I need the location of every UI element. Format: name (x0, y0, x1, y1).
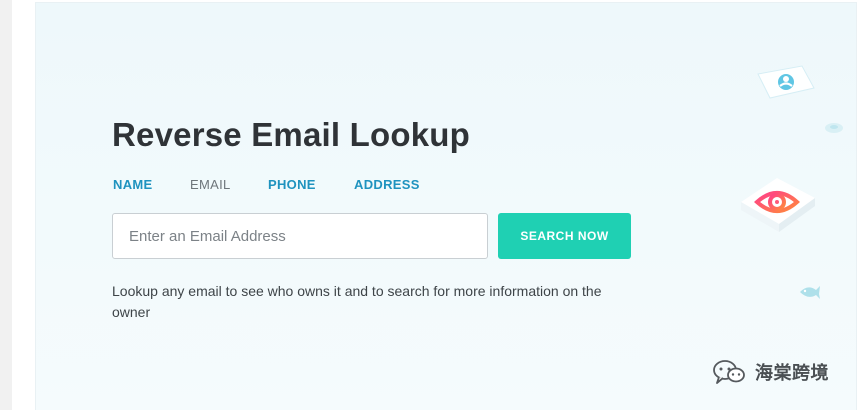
page-frame: Reverse Email Lookup NAME EMAIL PHONE AD… (0, 0, 864, 410)
tab-email[interactable]: EMAIL (190, 177, 231, 192)
email-input[interactable] (112, 213, 488, 259)
wechat-icon (713, 360, 745, 384)
left-gutter (0, 0, 12, 410)
lookup-description: Lookup any email to see who owns it and … (112, 283, 602, 320)
tab-phone[interactable]: PHONE (268, 177, 316, 192)
eye-target-card-icon (741, 178, 815, 232)
bubble-icon (825, 123, 843, 133)
fish-icon (800, 286, 820, 299)
user-card-icon (757, 65, 815, 99)
watermark: 海棠跨境 (711, 358, 829, 386)
tab-address[interactable]: ADDRESS (354, 177, 420, 192)
search-now-button[interactable]: SEARCH NOW (498, 213, 631, 259)
page-title: Reverse Email Lookup (112, 116, 470, 153)
tab-name[interactable]: NAME (113, 177, 152, 192)
watermark-label: 海棠跨境 (755, 363, 829, 384)
